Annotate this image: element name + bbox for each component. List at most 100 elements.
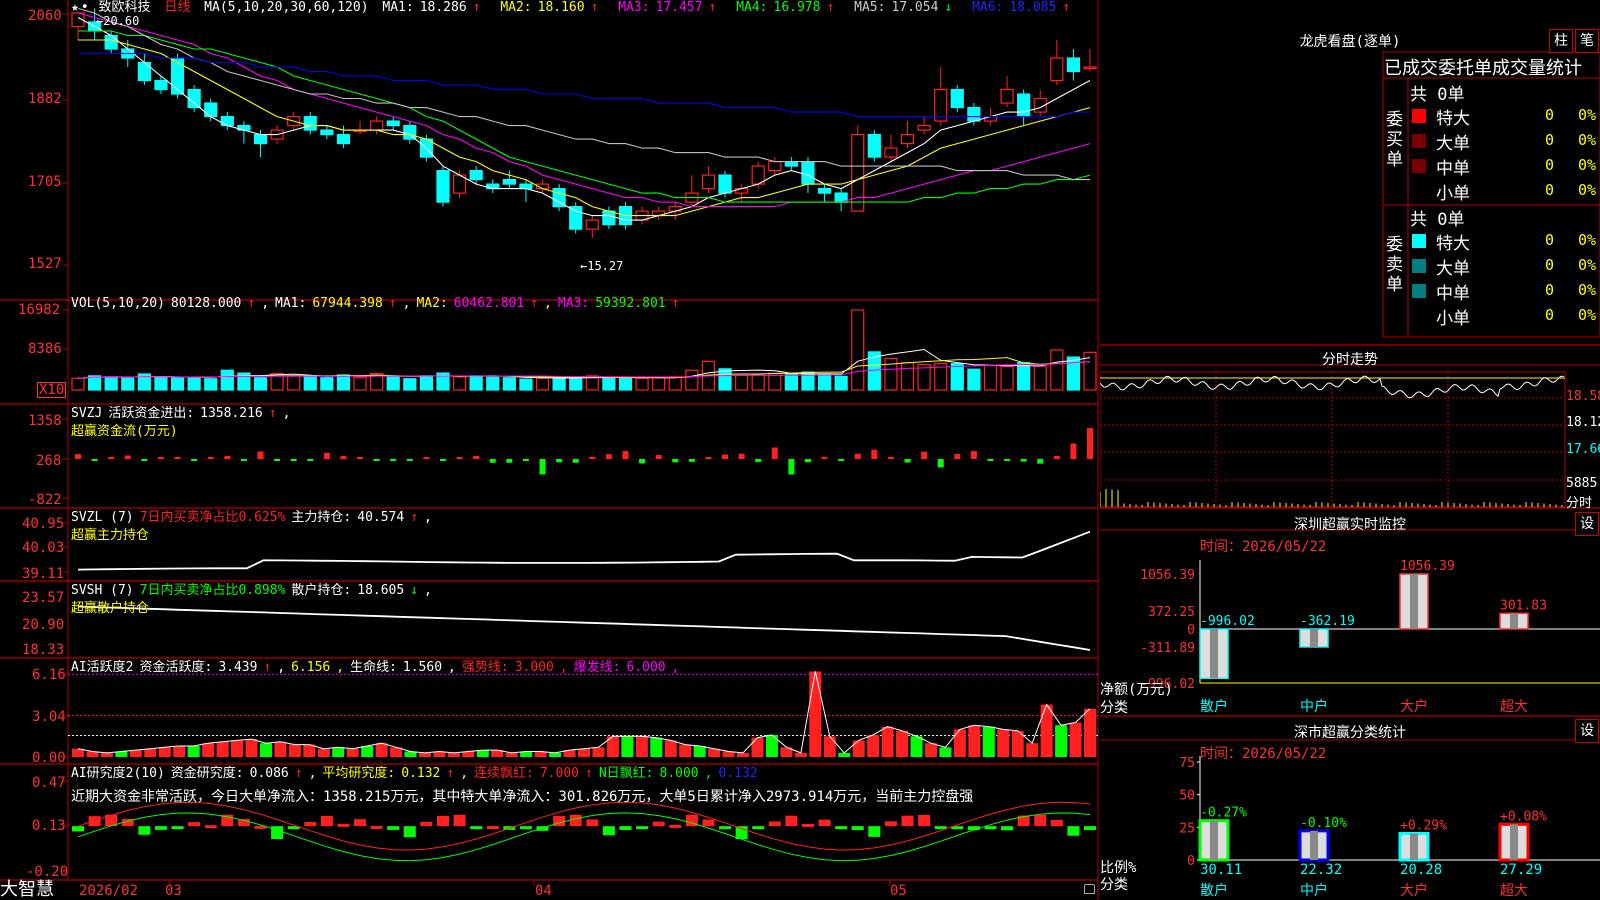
candle-body (884, 147, 898, 158)
ai-active-bar (867, 734, 880, 757)
svzl-line (77, 530, 1091, 571)
brand-logo[interactable]: 大智慧 (0, 880, 54, 900)
order-size-label: 大单 (1436, 134, 1470, 154)
ai-active-bar (1084, 708, 1096, 757)
volume-bar (320, 377, 334, 391)
ai-active-bar (245, 739, 258, 757)
svzl-y-tick: 39.11 (22, 566, 65, 582)
ai-research-bar (619, 826, 632, 830)
order-size-label: 小单 (1436, 184, 1470, 204)
sz-class-settings-button[interactable]: 设 (1575, 719, 1599, 743)
ai-research-bar (586, 819, 599, 827)
bar-shade (1310, 830, 1318, 860)
svzj-bar (954, 453, 961, 459)
sz-monitor-category: 超大 (1500, 699, 1528, 715)
svzj-bar (1070, 443, 1077, 459)
ai-research-bar (1034, 814, 1047, 827)
ai-active-bar (231, 740, 244, 757)
svsh-y-tick: 23.57 (22, 590, 65, 606)
vol-unit-badge[interactable]: X10 (37, 382, 67, 398)
y-tick: 372.25 (1148, 605, 1195, 620)
volume-bar (386, 375, 400, 391)
ai-research-bar (1067, 826, 1080, 836)
volume-bar (170, 377, 185, 391)
ai-active-bar (693, 745, 706, 757)
svzj-bar (390, 459, 397, 461)
sz-class-category: 散户 (1200, 882, 1228, 899)
volume-bars (71, 309, 1097, 391)
svzj-bar (887, 457, 894, 459)
svzl-line (77, 530, 1091, 571)
volume-bar (403, 378, 417, 391)
x-axis-label: 03 (165, 883, 182, 899)
svzj-bar (522, 459, 529, 461)
svzl-subtitle: 超赢主力持仓 (71, 528, 150, 543)
candle-body (104, 34, 118, 50)
ai-research-bar (304, 822, 317, 827)
stock-name[interactable]: 致欧科技 (98, 0, 150, 15)
main-chart-svg[interactable] (0, 0, 1100, 900)
legend-swatch (1412, 109, 1426, 123)
ai-research-bar (884, 821, 897, 827)
candle-body (1066, 57, 1081, 73)
svzj-bar (589, 456, 596, 459)
svzj-bar (307, 459, 314, 461)
svzj-bar (821, 456, 828, 459)
sell-total: 共 0单 (1410, 210, 1465, 230)
ai-active-bar (924, 743, 937, 757)
intraday-vol-tick: 5885 (1566, 476, 1598, 491)
ai-research-bar (1084, 826, 1096, 831)
volume-bar (718, 368, 732, 391)
tick-mode-button[interactable]: 笔 (1575, 29, 1599, 53)
ma4-legend: MA4: 16.978 ↑ (736, 0, 835, 15)
order-pct: 0% (1578, 256, 1597, 274)
svzj-bar (240, 459, 247, 461)
sz-monitor-category: 大户 (1400, 698, 1428, 715)
volume-bar (552, 377, 566, 391)
svzj-bars (68, 428, 1098, 475)
candle-body (950, 88, 964, 109)
ai-research-bar (918, 814, 931, 827)
ai-research-y-tick: -0.20 (26, 864, 69, 880)
ai-research-bar (154, 826, 167, 830)
sz-class-value: 22.32 (1300, 862, 1342, 878)
svzj-bar (838, 459, 845, 461)
svzj-bar (1037, 459, 1044, 464)
ma6-legend: MA6: 18.085 ↑ (972, 0, 1071, 15)
main-y-tick: 2060 (28, 8, 62, 24)
candle-body (602, 210, 616, 226)
svzj-bar (290, 459, 297, 461)
star-icon[interactable]: ★ (71, 0, 79, 15)
ai-research-bar (320, 815, 333, 827)
sz-monitor-category: 中户 (1300, 698, 1328, 715)
sz-monitor-settings-button[interactable]: 设 (1575, 512, 1599, 536)
order-count: 0 (1545, 256, 1555, 274)
ai-active-bar (187, 745, 200, 757)
ai-active-bar (968, 725, 981, 757)
low-note: ←15.27 (580, 259, 624, 273)
candle-body (569, 206, 583, 230)
volume-bar (535, 377, 550, 391)
ai-research-bar (1001, 826, 1014, 831)
lock-icon[interactable] (1084, 884, 1095, 894)
ai-research-bar (602, 826, 615, 836)
bar-mode-button[interactable]: 柱 (1549, 29, 1573, 53)
volume-bar (204, 378, 218, 391)
order-count: 0 (1545, 306, 1555, 324)
timeframe-label[interactable]: 日线 (164, 0, 190, 15)
x-axis-label: 05 (890, 883, 907, 899)
order-pct: 0% (1578, 131, 1597, 149)
vol-header: VOL(5,10,20) 80128.000 ↑, MA1: 67944.398 ↑, MA… (71, 296, 680, 311)
intraday-y-tick: 18.58 (1566, 389, 1600, 404)
volume-bar (253, 377, 268, 391)
order-size-label: 小单 (1436, 309, 1470, 329)
dot-icon: • (80, 0, 89, 15)
sz-monitor-value: 1056.39 (1400, 559, 1455, 574)
candle-body (336, 133, 351, 145)
sz-class-value: 20.28 (1400, 862, 1442, 878)
main-y-tick: 1705 (28, 174, 62, 190)
sz-class-category: 中户 (1300, 882, 1328, 899)
order-pct: 0% (1578, 156, 1597, 174)
ai-active-bar (679, 744, 692, 757)
volume-bar (1000, 365, 1014, 391)
